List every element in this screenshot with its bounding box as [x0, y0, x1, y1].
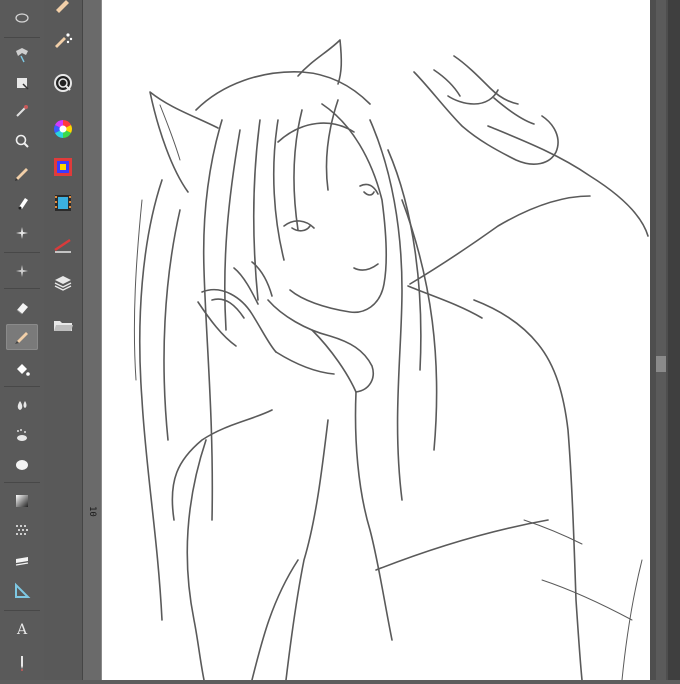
vector-button[interactable] [50, 232, 76, 258]
animation-button[interactable] [50, 190, 76, 216]
vector-icon [54, 238, 71, 253]
ruler-tool[interactable] [6, 578, 38, 604]
tool-separator [4, 252, 40, 253]
brush-settings-icon [55, 33, 73, 48]
navigator-icon [54, 74, 72, 92]
sub-tool-palette [44, 0, 83, 680]
folder-icon [54, 321, 73, 331]
pencil-icon [21, 656, 23, 671]
color-wheel-button[interactable] [50, 116, 76, 142]
marker-icon [18, 198, 28, 210]
text-icon: A [16, 622, 28, 638]
move-icon [16, 48, 28, 63]
airbrush-tool[interactable] [6, 422, 38, 448]
marker-tool[interactable] [6, 190, 38, 216]
animation-icon [55, 195, 71, 211]
pen-settings-button[interactable] [50, 0, 76, 20]
eraser-tool[interactable] [6, 294, 38, 320]
pattern-tool[interactable] [6, 518, 38, 544]
balloon-icon [16, 460, 28, 470]
tool-separator [4, 288, 40, 289]
pen-settings-icon [56, 0, 69, 13]
box-icon [17, 78, 29, 90]
line-tool[interactable] [6, 548, 38, 574]
brush-tool[interactable] [6, 324, 38, 350]
airbrush-icon [17, 429, 27, 441]
brush-icon [15, 332, 28, 344]
brush-settings-button[interactable] [50, 28, 76, 54]
move-tool[interactable] [6, 42, 38, 68]
lasso-icon [15, 13, 29, 23]
folder-button[interactable] [50, 312, 76, 338]
scrollbar-thumb[interactable] [656, 356, 666, 372]
vertical-scrollbar[interactable] [656, 0, 666, 680]
blend-icon [17, 401, 27, 410]
pen-tool[interactable] [6, 160, 38, 186]
object-tool[interactable] [6, 70, 38, 96]
drawing-canvas[interactable] [102, 0, 650, 681]
tool-separator [4, 37, 40, 38]
color-set-icon [54, 158, 72, 176]
pattern-icon [16, 525, 28, 535]
tool-palette: A [0, 0, 45, 680]
eraser-icon [16, 303, 28, 315]
fill-tool[interactable] [6, 356, 38, 382]
sparkle-icon [16, 227, 28, 239]
color-wheel-icon [54, 120, 72, 138]
gradient-icon [16, 495, 28, 507]
color-set-button[interactable] [50, 154, 76, 180]
eyedropper-icon [16, 105, 28, 117]
zoom-tool[interactable] [6, 128, 38, 154]
blend-tool[interactable] [6, 392, 38, 418]
lasso-select-tool[interactable] [6, 6, 38, 32]
transform-icon [16, 265, 28, 277]
navigator-button[interactable] [50, 70, 76, 96]
vertical-ruler [83, 0, 102, 680]
tool-separator [4, 482, 40, 483]
eyedropper-tool[interactable] [6, 98, 38, 124]
balloon-tool[interactable] [6, 452, 38, 478]
layer-button[interactable] [50, 270, 76, 296]
zoom-icon [15, 134, 29, 148]
sketch-artwork [133, 39, 649, 681]
transform-tool[interactable] [6, 258, 38, 284]
svg-text:A: A [16, 622, 28, 638]
layer-icon [54, 276, 72, 291]
pen-icon [15, 168, 28, 181]
pencil-tool[interactable] [6, 650, 38, 676]
ruler-mark-label: 10 [87, 506, 97, 517]
fill-icon [17, 364, 30, 376]
ruler-icon [15, 582, 31, 598]
line-icon [15, 557, 29, 566]
tool-separator [4, 610, 40, 611]
sparkle-tool[interactable] [6, 220, 38, 246]
gradient-tool[interactable] [6, 488, 38, 514]
tool-separator [4, 386, 40, 387]
panel-edge [668, 0, 680, 680]
text-tool[interactable]: A [6, 616, 38, 642]
